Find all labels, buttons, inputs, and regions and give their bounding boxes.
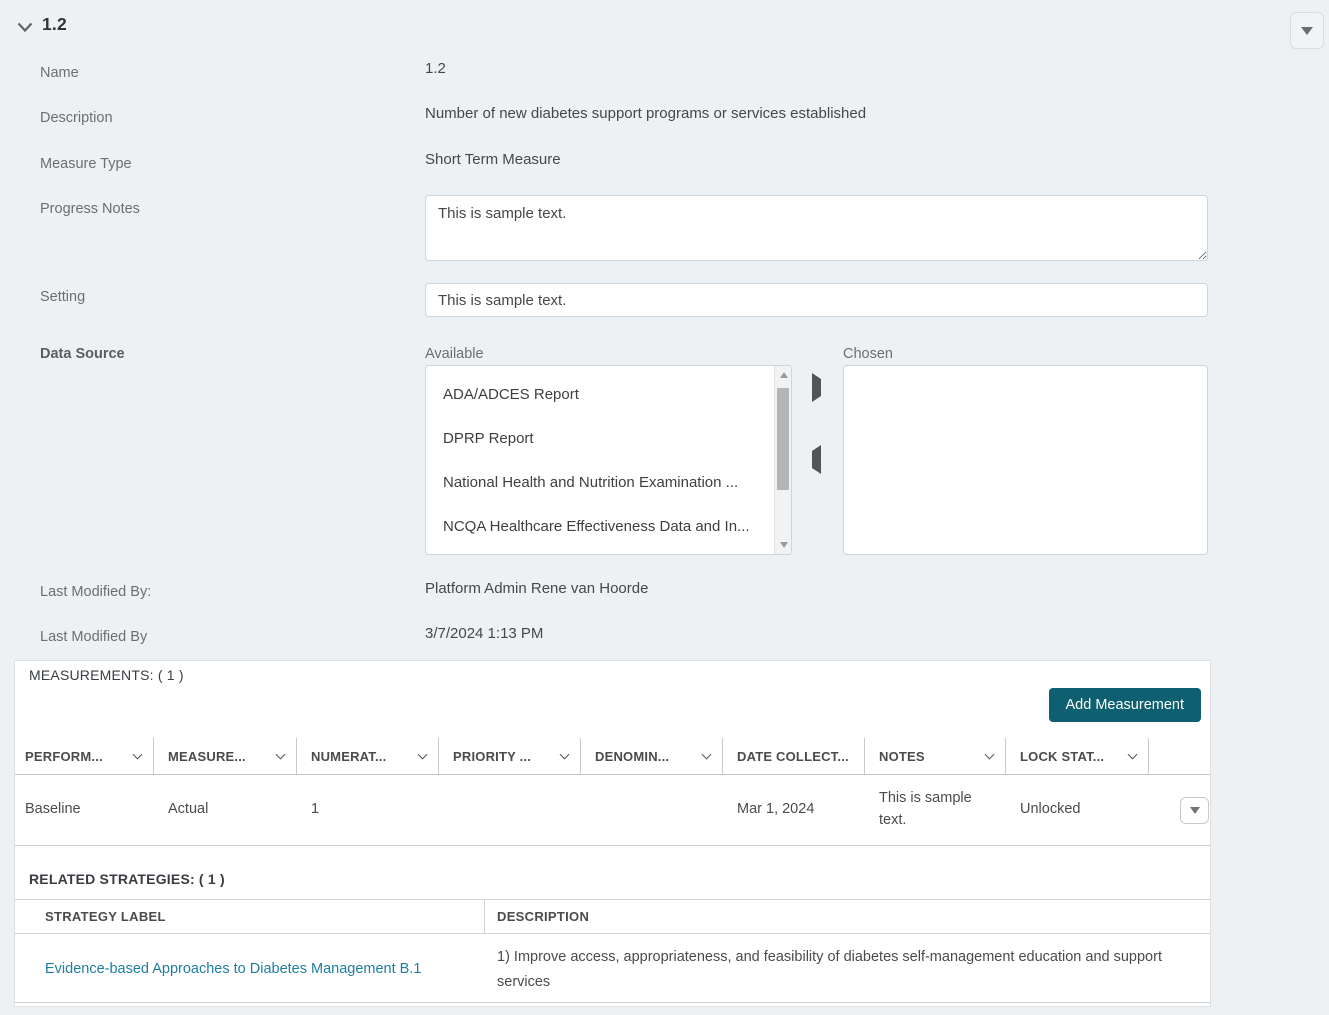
header-menu-button[interactable] (1290, 12, 1324, 49)
priority-cell (439, 775, 581, 845)
column-header-description: DESCRIPTION (497, 909, 590, 924)
column-header-notes[interactable]: NOTES (865, 738, 1006, 774)
available-listbox: ADA/ADCES Report DPRP Report National He… (425, 365, 792, 555)
measure-type-value: Short Term Measure (425, 151, 561, 168)
notes-cell: This is sample text. (879, 790, 972, 828)
column-header-lock-status[interactable]: LOCK STAT... (1006, 738, 1149, 774)
column-header-actions (1149, 738, 1210, 774)
page-title: 1.2 (42, 14, 67, 34)
column-header-priority[interactable]: PRIORITY ... (439, 738, 581, 774)
list-item[interactable]: National Health and Nutrition Examinatio… (426, 460, 791, 504)
chevron-down-icon[interactable] (984, 749, 995, 760)
available-list-items: ADA/ADCES Report DPRP Report National He… (426, 366, 791, 548)
scroll-up-icon[interactable] (775, 366, 791, 384)
strategy-label-cell: Evidence-based Approaches to Diabetes Ma… (15, 935, 485, 1002)
measure-detail-page: 1.2 Name Description Measure Type Progre… (0, 0, 1329, 1015)
last-modified-by-name-label: Last Modified By: (40, 584, 152, 600)
move-right-icon[interactable] (812, 373, 821, 402)
description-label: Description (40, 110, 113, 126)
description-value: Number of new diabetes support programs … (425, 105, 867, 122)
chevron-down-icon[interactable] (701, 749, 712, 760)
setting-input[interactable] (425, 283, 1208, 317)
related-strategies-section-title: RELATED STRATEGIES: ( 1 ) (29, 871, 225, 887)
date-collected-cell: Mar 1, 2024 (737, 801, 815, 818)
chevron-down-icon[interactable] (275, 749, 286, 760)
performance-cell: Baseline (25, 801, 81, 818)
column-header-numerator[interactable]: NUMERAT... (297, 738, 439, 774)
name-value: 1.2 (425, 60, 446, 77)
actions-cell (1149, 775, 1221, 845)
column-header-strategy-label: STRATEGY LABEL (15, 900, 485, 933)
strategy-link[interactable]: Evidence-based Approaches to Diabetes Ma… (45, 961, 421, 977)
column-header-performance[interactable]: PERFORM... (15, 738, 154, 774)
last-modified-by-date-label: Last Modified By (40, 629, 148, 645)
measurements-table-header: PERFORM... MEASURE... NUMERAT... PRIORIT… (15, 738, 1210, 775)
name-label: Name (40, 65, 79, 81)
denominator-cell (581, 775, 723, 845)
chevron-down-icon[interactable] (1127, 749, 1138, 760)
chevron-down-icon[interactable] (17, 20, 33, 38)
add-measurement-button[interactable]: Add Measurement (1048, 688, 1201, 722)
measurements-panel: MEASUREMENTS: ( 1 ) Add Measurement PERF… (14, 660, 1211, 1007)
progress-notes-label: Progress Notes (40, 201, 140, 217)
list-item[interactable]: DPRP Report (426, 416, 791, 460)
chevron-down-icon[interactable] (417, 749, 428, 760)
last-modified-by-name-value: Platform Admin Rene van Hoorde (425, 580, 649, 597)
list-item[interactable]: NCQA Healthcare Effectiveness Data and I… (426, 504, 791, 548)
scroll-down-icon[interactable] (775, 536, 791, 554)
strategies-table-header: STRATEGY LABEL DESCRIPTION (15, 900, 1210, 934)
setting-label: Setting (40, 289, 86, 305)
progress-notes-textarea[interactable]: This is sample text. (425, 195, 1208, 261)
last-modified-by-date-value: 3/7/2024 1:13 PM (425, 625, 544, 642)
lock-status-cell: Unlocked (1020, 801, 1081, 818)
caret-down-icon (1301, 26, 1313, 35)
strategy-description-cell: 1) Improve access, appropriateness, and … (485, 935, 1210, 1002)
column-header-denominator[interactable]: DENOMIN... (581, 738, 723, 774)
list-item[interactable]: ADA/ADCES Report (426, 372, 791, 416)
measure-type-label: Measure Type (40, 156, 132, 172)
move-left-icon[interactable] (812, 445, 821, 474)
strategy-table-row: Evidence-based Approaches to Diabetes Ma… (15, 935, 1210, 1003)
chevron-down-icon[interactable] (559, 749, 570, 760)
available-list-label: Available (425, 346, 484, 362)
chosen-listbox[interactable] (843, 365, 1208, 555)
chevron-down-icon[interactable] (132, 749, 143, 760)
measurements-section-title: MEASUREMENTS: ( 1 ) (29, 667, 184, 683)
caret-down-icon (1189, 806, 1200, 814)
column-header-measure[interactable]: MEASURE... (154, 738, 297, 774)
row-menu-button[interactable] (1180, 796, 1209, 824)
available-list-scrollbar[interactable] (774, 366, 791, 554)
measurement-table-row: Baseline Actual 1 Mar 1, 2024 This is sa… (15, 775, 1210, 846)
data-source-label: Data Source (40, 346, 125, 362)
strategy-description-text: 1) Improve access, appropriateness, and … (497, 949, 1162, 990)
chosen-list-label: Chosen (843, 346, 893, 362)
numerator-cell: 1 (311, 801, 320, 818)
measure-cell: Actual (168, 801, 209, 818)
column-header-date-collected[interactable]: DATE COLLECT... (723, 738, 865, 774)
scrollbar-thumb[interactable] (777, 388, 789, 490)
